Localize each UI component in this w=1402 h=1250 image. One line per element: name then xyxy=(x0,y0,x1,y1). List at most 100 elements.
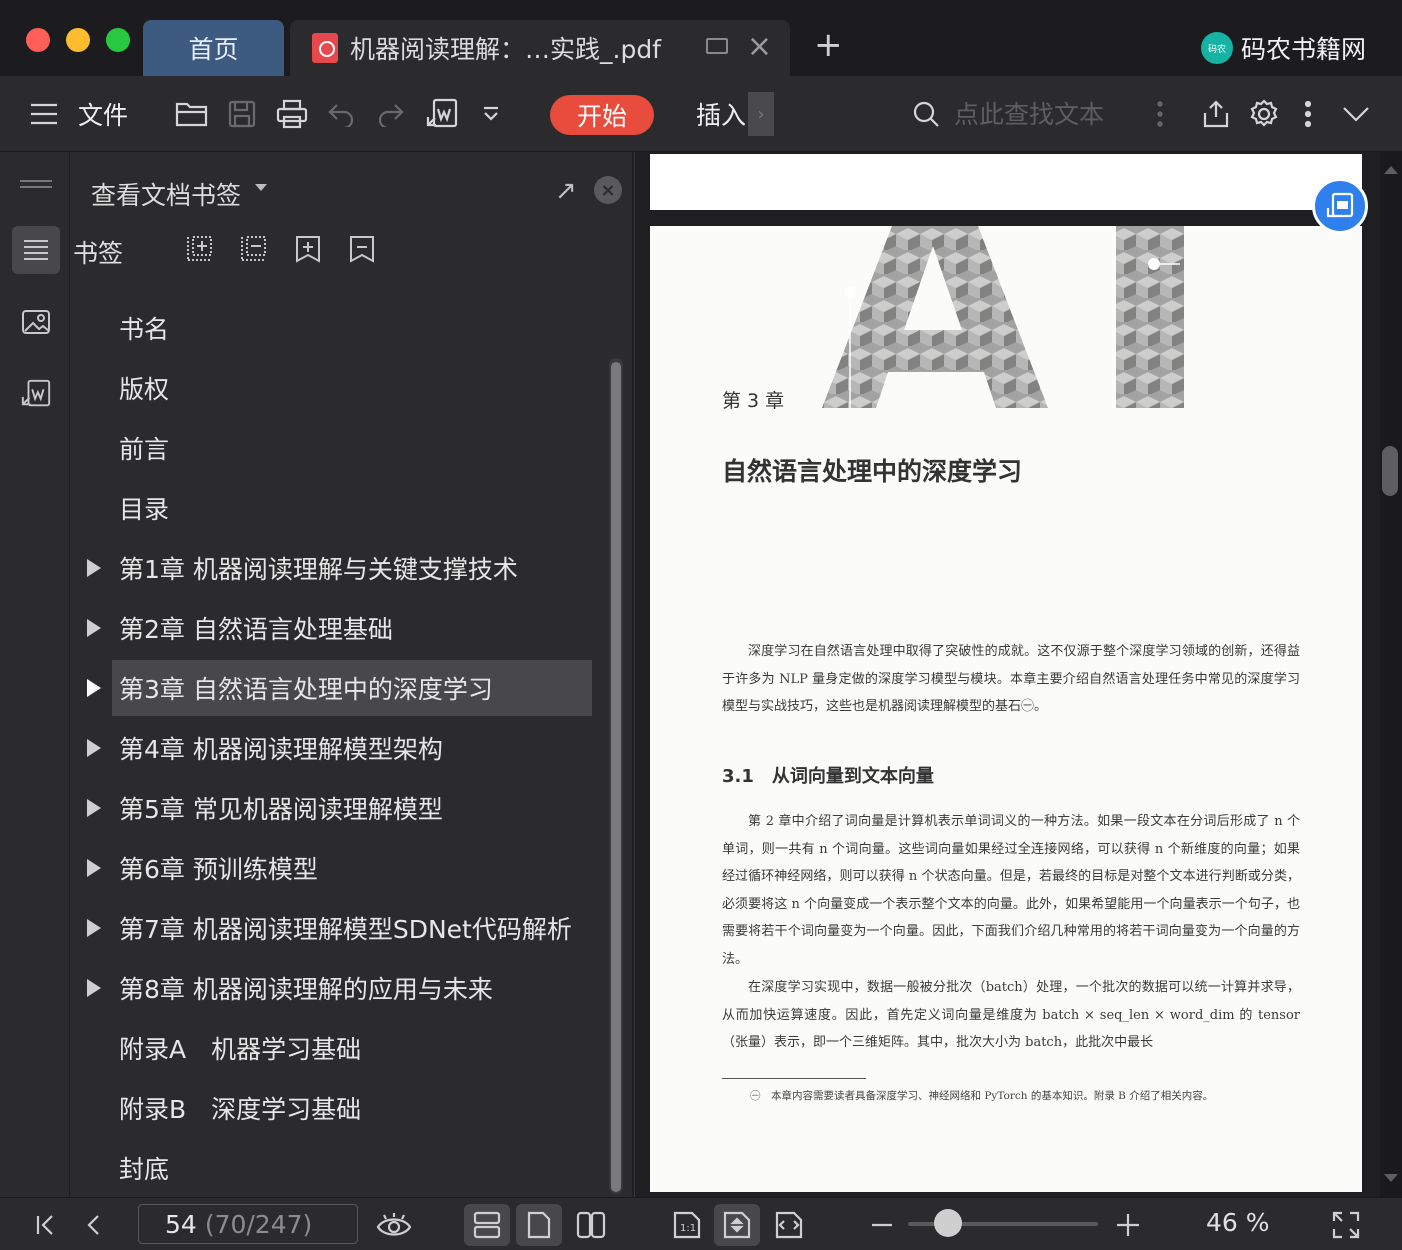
document-scrollbar-track[interactable] xyxy=(1380,152,1402,1197)
status-bar: 54 (70/247) 1:1 46 % xyxy=(0,1197,1402,1250)
more-dropdown-icon[interactable] xyxy=(476,76,506,152)
tab-document[interactable]: 机器阅读理解：…实践_.pdf × xyxy=(290,20,790,76)
save-icon[interactable] xyxy=(222,76,262,152)
previous-page-icon[interactable] xyxy=(80,1204,108,1246)
bookmark-item[interactable]: 封底 xyxy=(71,1138,606,1198)
zoom-level[interactable]: 46 % xyxy=(1206,1208,1270,1237)
zoom-out-icon[interactable] xyxy=(866,1204,898,1246)
bookmark-item[interactable]: 第6章 预训练模型 xyxy=(71,838,606,898)
open-folder-icon[interactable] xyxy=(172,76,212,152)
document-scrollbar-thumb[interactable] xyxy=(1382,446,1398,496)
expand-triangle-icon[interactable] xyxy=(87,979,101,997)
pdf-to-word-sidebar-icon[interactable] xyxy=(12,370,60,418)
continuous-scroll-icon[interactable] xyxy=(464,1204,510,1246)
actual-size-icon[interactable]: 1:1 xyxy=(664,1204,710,1246)
collapse-toolbar-chevron-icon[interactable] xyxy=(1336,76,1376,152)
document-viewport[interactable]: 第 3 章 自然语言处理中的深度学习 深度学习在自然语言处理中取得了突破性的成就… xyxy=(650,152,1380,1197)
bookmark-item[interactable]: 第5章 常见机器阅读理解模型 xyxy=(71,778,606,838)
fit-width-icon[interactable] xyxy=(766,1204,812,1246)
share-icon[interactable] xyxy=(1196,76,1236,152)
undo-icon[interactable] xyxy=(322,76,362,152)
page-info: (70/247) xyxy=(204,1209,313,1239)
bookmark-label: 第2章 自然语言处理基础 xyxy=(119,615,393,644)
window-maximize-button[interactable] xyxy=(106,28,130,52)
add-bookmark-icon[interactable] xyxy=(293,234,323,264)
panel-close-icon[interactable]: × xyxy=(594,176,622,204)
expand-triangle-icon[interactable] xyxy=(87,919,101,937)
chapter-title: 自然语言处理中的深度学习 xyxy=(722,457,1023,486)
chevron-right-icon[interactable]: › xyxy=(748,92,774,136)
expand-triangle-icon[interactable] xyxy=(87,859,101,877)
search-icon[interactable] xyxy=(908,76,944,152)
bookmark-item[interactable]: 第2章 自然语言处理基础 xyxy=(71,598,606,658)
bookmark-item[interactable]: 目录 xyxy=(71,478,606,538)
panel-scrollbar-thumb[interactable] xyxy=(611,362,621,1192)
bookmark-label: 书名 xyxy=(119,315,170,344)
bookmark-label: 第5章 常见机器阅读理解模型 xyxy=(119,795,443,824)
bookmark-item[interactable]: 第8章 机器阅读理解的应用与未来 xyxy=(71,958,606,1018)
panel-resize-divider[interactable] xyxy=(632,152,650,1197)
window-close-button[interactable] xyxy=(26,28,50,52)
scroll-up-arrow-icon[interactable] xyxy=(1384,166,1398,174)
floating-convert-button[interactable] xyxy=(1312,178,1368,234)
monitor-icon[interactable] xyxy=(706,38,728,54)
fit-page-icon[interactable] xyxy=(714,1204,760,1246)
expand-triangle-icon[interactable] xyxy=(87,799,101,817)
bookmark-item[interactable]: 前言 xyxy=(71,418,606,478)
bookmark-item[interactable]: 附录A 机器学习基础 xyxy=(71,1018,606,1078)
bookmark-item[interactable]: 第3章 自然语言处理中的深度学习 xyxy=(71,658,606,718)
bookmark-item[interactable]: 书名 xyxy=(71,298,606,358)
settings-gear-icon[interactable] xyxy=(1244,76,1284,152)
print-icon[interactable] xyxy=(272,76,312,152)
zoom-in-icon[interactable] xyxy=(1112,1204,1144,1246)
bookmark-item[interactable]: 附录B 深度学习基础 xyxy=(71,1078,606,1138)
window-minimize-button[interactable] xyxy=(66,28,90,52)
pdf-to-word-icon[interactable] xyxy=(420,76,464,152)
bookmark-item[interactable]: 第1章 机器阅读理解与关键支撑技术 xyxy=(71,538,606,598)
bookmark-label: 第8章 机器阅读理解的应用与未来 xyxy=(119,975,493,1004)
ai-chapter-illustration xyxy=(822,226,1184,408)
more-options-icon[interactable] xyxy=(1298,76,1318,152)
hamburger-menu-icon[interactable] xyxy=(26,76,62,152)
bookmark-label: 版权 xyxy=(119,375,170,404)
convert-document-icon xyxy=(1326,192,1354,218)
eye-protection-icon[interactable] xyxy=(372,1204,416,1246)
caret-down-icon[interactable] xyxy=(255,184,267,191)
page-number-field[interactable]: 54 (70/247) xyxy=(138,1204,358,1244)
redo-icon[interactable] xyxy=(370,76,410,152)
file-menu[interactable]: 文件 xyxy=(78,76,128,152)
two-page-icon[interactable] xyxy=(568,1204,614,1246)
tab-document-label: 机器阅读理解：…实践_.pdf xyxy=(350,35,661,64)
expand-triangle-icon[interactable] xyxy=(87,739,101,757)
expand-all-icon[interactable] xyxy=(185,234,215,264)
more-vertical-icon[interactable] xyxy=(1150,76,1170,152)
first-page-icon[interactable] xyxy=(30,1204,62,1246)
section-title: 3.1 从词向量到文本向量 xyxy=(722,766,934,787)
search-input[interactable] xyxy=(954,94,1144,134)
expand-triangle-icon[interactable] xyxy=(87,679,101,697)
bookmark-label: 第4章 机器阅读理解模型架构 xyxy=(119,735,443,764)
expand-triangle-icon[interactable] xyxy=(87,619,101,637)
single-page-icon[interactable] xyxy=(516,1204,562,1246)
bookmarks-section-label: 书签 xyxy=(73,239,124,268)
thumbnails-image-icon[interactable] xyxy=(12,298,60,346)
panel-title-dropdown[interactable]: 查看文档书签 xyxy=(91,176,241,212)
current-page: 54 xyxy=(165,1209,197,1239)
bookmark-item[interactable]: 第7章 机器阅读理解模型SDNet代码解析 xyxy=(71,898,606,958)
tab-home[interactable]: 首页 xyxy=(143,20,284,76)
start-tab-button[interactable]: 开始 xyxy=(550,95,654,135)
scroll-down-arrow-icon[interactable] xyxy=(1384,1174,1398,1182)
collapse-all-icon[interactable] xyxy=(239,234,269,264)
new-tab-button[interactable]: + xyxy=(814,28,843,62)
bookmarks-list-icon[interactable] xyxy=(12,226,60,274)
zoom-slider-knob[interactable] xyxy=(933,1209,962,1237)
remove-bookmark-icon[interactable] xyxy=(347,234,377,264)
expand-triangle-icon[interactable] xyxy=(87,559,101,577)
insert-tab-button[interactable]: 插入 xyxy=(696,76,746,152)
bookmark-item[interactable]: 第4章 机器阅读理解模型架构 xyxy=(71,718,606,778)
popout-arrow-icon[interactable]: ↗ xyxy=(555,176,577,206)
fullscreen-icon[interactable] xyxy=(1328,1204,1364,1246)
bookmark-label: 附录B 深度学习基础 xyxy=(119,1095,362,1124)
tab-close-icon[interactable]: × xyxy=(747,32,772,62)
bookmark-item[interactable]: 版权 xyxy=(71,358,606,418)
